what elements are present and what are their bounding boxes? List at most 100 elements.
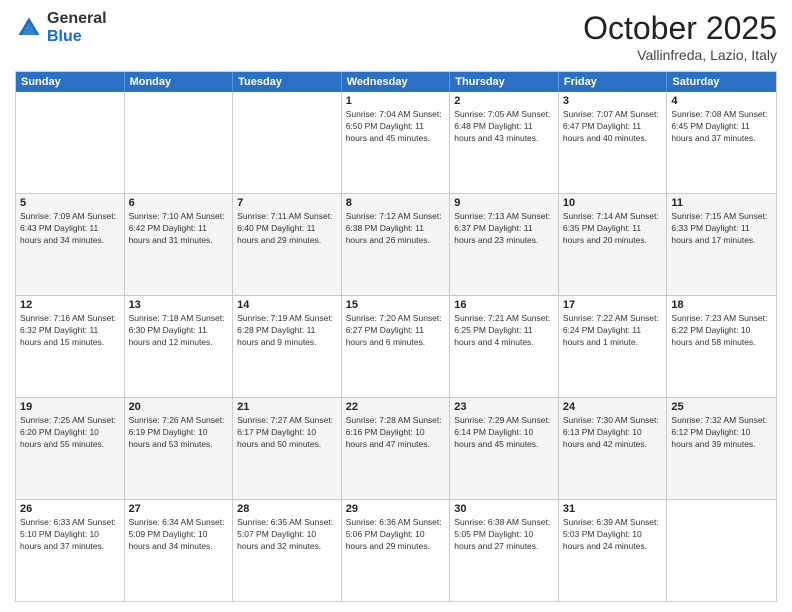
day-number: 1	[346, 95, 446, 107]
day-number: 15	[346, 299, 446, 311]
day-info: Sunrise: 7:09 AM Sunset: 6:43 PM Dayligh…	[20, 211, 120, 247]
header-day-sunday: Sunday	[16, 72, 125, 92]
day-info: Sunrise: 7:14 AM Sunset: 6:35 PM Dayligh…	[563, 211, 663, 247]
day-number: 10	[563, 197, 663, 209]
calendar-cell: 13Sunrise: 7:18 AM Sunset: 6:30 PM Dayli…	[125, 296, 234, 397]
day-number: 4	[671, 95, 772, 107]
day-number: 24	[563, 401, 663, 413]
calendar-cell: 30Sunrise: 6:38 AM Sunset: 5:05 PM Dayli…	[450, 500, 559, 601]
day-number: 16	[454, 299, 554, 311]
logo-icon	[15, 14, 43, 42]
calendar: SundayMondayTuesdayWednesdayThursdayFrid…	[15, 71, 777, 602]
logo-general: General	[47, 10, 107, 28]
calendar-cell: 19 Sunrise: 7:25 AM Sunset: 6:20 PM Dayli…	[16, 398, 125, 499]
calendar-body: 1 Sunrise: 7:04 AM Sunset: 6:50 PM Daylig…	[16, 92, 776, 601]
header-day-friday: Friday	[559, 72, 668, 92]
day-number: 11	[671, 197, 772, 209]
location-title: Vallinfreda, Lazio, Italy	[583, 47, 777, 63]
calendar-cell: 23Sunrise: 7:29 AM Sunset: 6:14 PM Dayli…	[450, 398, 559, 499]
logo-blue: Blue	[47, 28, 107, 46]
day-info: Sunrise: 7:27 AM Sunset: 6:17 PM Dayligh…	[237, 415, 337, 451]
day-number: 29	[346, 503, 446, 515]
day-info: Sunrise: 7:32 AM Sunset: 6:12 PM Dayligh…	[671, 415, 772, 451]
day-number: 9	[454, 197, 554, 209]
day-number: 20	[129, 401, 229, 413]
day-info: Sunrise: 7:20 AM Sunset: 6:27 PM Dayligh…	[346, 313, 446, 349]
day-number: 12	[20, 299, 120, 311]
day-number: 22	[346, 401, 446, 413]
calendar-cell: 28 Sunrise: 6:35 AM Sunset: 5:07 PM Dayli…	[233, 500, 342, 601]
calendar-cell	[16, 92, 125, 193]
calendar-cell	[233, 92, 342, 193]
day-info: Sunrise: 6:35 AM Sunset: 5:07 PM Dayligh…	[237, 517, 337, 553]
day-info: Sunrise: 7:25 AM Sunset: 6:20 PM Dayligh…	[20, 415, 120, 451]
calendar-cell: 12 Sunrise: 7:16 AM Sunset: 6:32 PM Dayli…	[16, 296, 125, 397]
day-info: Sunrise: 7:11 AM Sunset: 6:40 PM Dayligh…	[237, 211, 337, 247]
calendar-cell: 7Sunrise: 7:11 AM Sunset: 6:40 PM Daylig…	[233, 194, 342, 295]
calendar-cell: 22 Sunrise: 7:28 AM Sunset: 6:16 PM Dayli…	[342, 398, 451, 499]
calendar-header: SundayMondayTuesdayWednesdayThursdayFrid…	[16, 72, 776, 92]
header-day-tuesday: Tuesday	[233, 72, 342, 92]
day-info: Sunrise: 7:16 AM Sunset: 6:32 PM Dayligh…	[20, 313, 120, 349]
day-info: Sunrise: 7:10 AM Sunset: 6:42 PM Dayligh…	[129, 211, 229, 247]
calendar-week-4: 19 Sunrise: 7:25 AM Sunset: 6:20 PM Dayli…	[16, 397, 776, 499]
day-info: Sunrise: 7:22 AM Sunset: 6:24 PM Dayligh…	[563, 313, 663, 349]
day-info: Sunrise: 7:28 AM Sunset: 6:16 PM Dayligh…	[346, 415, 446, 451]
day-info: Sunrise: 7:23 AM Sunset: 6:22 PM Dayligh…	[671, 313, 772, 349]
calendar-cell: 27 Sunrise: 6:34 AM Sunset: 5:09 PM Dayli…	[125, 500, 234, 601]
day-number: 26	[20, 503, 120, 515]
calendar-cell: 5Sunrise: 7:09 AM Sunset: 6:43 PM Daylig…	[16, 194, 125, 295]
logo: General Blue	[15, 10, 107, 45]
calendar-cell: 2 Sunrise: 7:05 AM Sunset: 6:48 PM Daylig…	[450, 92, 559, 193]
calendar-cell: 20 Sunrise: 7:26 AM Sunset: 6:19 PM Dayli…	[125, 398, 234, 499]
calendar-cell: 9 Sunrise: 7:13 AM Sunset: 6:37 PM Daylig…	[450, 194, 559, 295]
calendar-cell: 6 Sunrise: 7:10 AM Sunset: 6:42 PM Daylig…	[125, 194, 234, 295]
header-day-saturday: Saturday	[667, 72, 776, 92]
day-info: Sunrise: 7:07 AM Sunset: 6:47 PM Dayligh…	[563, 109, 663, 145]
calendar-cell: 1 Sunrise: 7:04 AM Sunset: 6:50 PM Daylig…	[342, 92, 451, 193]
day-number: 3	[563, 95, 663, 107]
day-number: 6	[129, 197, 229, 209]
calendar-cell: 21Sunrise: 7:27 AM Sunset: 6:17 PM Dayli…	[233, 398, 342, 499]
calendar-cell: 26 Sunrise: 6:33 AM Sunset: 5:10 PM Dayli…	[16, 500, 125, 601]
day-info: Sunrise: 7:04 AM Sunset: 6:50 PM Dayligh…	[346, 109, 446, 145]
day-info: Sunrise: 7:13 AM Sunset: 6:37 PM Dayligh…	[454, 211, 554, 247]
day-number: 2	[454, 95, 554, 107]
calendar-cell: 24 Sunrise: 7:30 AM Sunset: 6:13 PM Dayli…	[559, 398, 668, 499]
title-block: October 2025 Vallinfreda, Lazio, Italy	[583, 10, 777, 63]
day-info: Sunrise: 6:36 AM Sunset: 5:06 PM Dayligh…	[346, 517, 446, 553]
day-info: Sunrise: 7:12 AM Sunset: 6:38 PM Dayligh…	[346, 211, 446, 247]
month-title: October 2025	[583, 10, 777, 47]
calendar-cell: 29 Sunrise: 6:36 AM Sunset: 5:06 PM Dayli…	[342, 500, 451, 601]
day-info: Sunrise: 7:26 AM Sunset: 6:19 PM Dayligh…	[129, 415, 229, 451]
calendar-cell	[125, 92, 234, 193]
calendar-cell: 14 Sunrise: 7:19 AM Sunset: 6:28 PM Dayli…	[233, 296, 342, 397]
day-info: Sunrise: 6:34 AM Sunset: 5:09 PM Dayligh…	[129, 517, 229, 553]
day-info: Sunrise: 6:33 AM Sunset: 5:10 PM Dayligh…	[20, 517, 120, 553]
day-number: 25	[671, 401, 772, 413]
day-number: 17	[563, 299, 663, 311]
calendar-cell: 25 Sunrise: 7:32 AM Sunset: 6:12 PM Dayli…	[667, 398, 776, 499]
header: General Blue October 2025 Vallinfreda, L…	[15, 10, 777, 63]
calendar-cell: 10 Sunrise: 7:14 AM Sunset: 6:35 PM Dayli…	[559, 194, 668, 295]
day-info: Sunrise: 7:15 AM Sunset: 6:33 PM Dayligh…	[671, 211, 772, 247]
day-number: 28	[237, 503, 337, 515]
day-number: 8	[346, 197, 446, 209]
calendar-cell: 15 Sunrise: 7:20 AM Sunset: 6:27 PM Dayli…	[342, 296, 451, 397]
day-info: Sunrise: 7:19 AM Sunset: 6:28 PM Dayligh…	[237, 313, 337, 349]
day-number: 14	[237, 299, 337, 311]
day-number: 13	[129, 299, 229, 311]
day-info: Sunrise: 7:05 AM Sunset: 6:48 PM Dayligh…	[454, 109, 554, 145]
day-info: Sunrise: 7:30 AM Sunset: 6:13 PM Dayligh…	[563, 415, 663, 451]
calendar-week-3: 12 Sunrise: 7:16 AM Sunset: 6:32 PM Dayli…	[16, 295, 776, 397]
day-number: 19	[20, 401, 120, 413]
header-day-monday: Monday	[125, 72, 234, 92]
calendar-cell	[667, 500, 776, 601]
day-number: 27	[129, 503, 229, 515]
day-number: 31	[563, 503, 663, 515]
calendar-week-1: 1 Sunrise: 7:04 AM Sunset: 6:50 PM Daylig…	[16, 92, 776, 193]
day-info: Sunrise: 6:38 AM Sunset: 5:05 PM Dayligh…	[454, 517, 554, 553]
calendar-week-2: 5Sunrise: 7:09 AM Sunset: 6:43 PM Daylig…	[16, 193, 776, 295]
day-info: Sunrise: 7:08 AM Sunset: 6:45 PM Dayligh…	[671, 109, 772, 145]
day-number: 18	[671, 299, 772, 311]
